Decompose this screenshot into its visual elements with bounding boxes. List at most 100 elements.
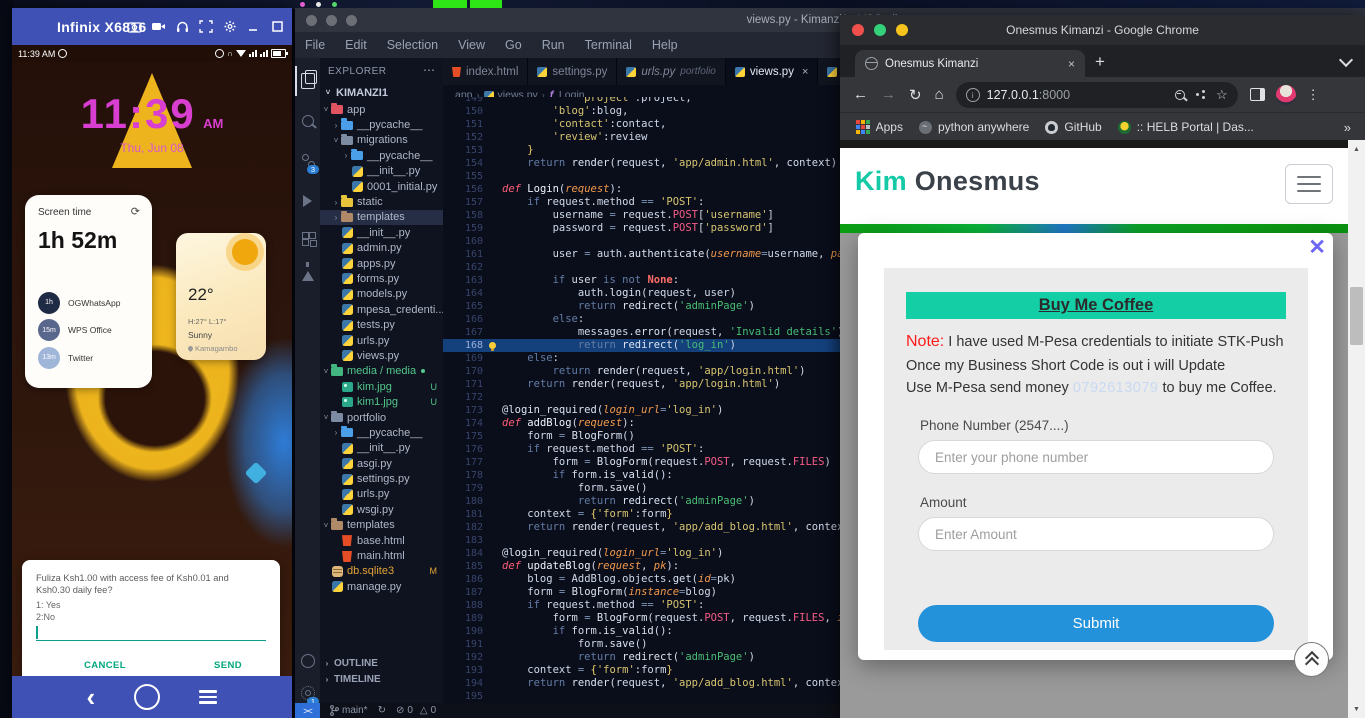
bookmark--helb-portal-das-[interactable]: :: HELB Portal | Das... — [1118, 120, 1254, 134]
bookmarks-overflow-icon[interactable]: » — [1344, 120, 1351, 135]
tree-item-static[interactable]: ›static — [320, 194, 443, 209]
reload-icon[interactable]: ↻ — [909, 86, 922, 104]
tree-item--pycache-[interactable]: ›__pycache__ — [320, 425, 443, 440]
tree-item-urls-py[interactable]: urls.py — [320, 333, 443, 348]
bookmark-apps[interactable]: Apps — [856, 120, 903, 134]
tree-item-templates[interactable]: ˅templates — [320, 518, 443, 533]
tree-item-urls-py[interactable]: urls.py — [320, 487, 443, 502]
mirror-home-button[interactable] — [134, 684, 160, 710]
tree-item-kim-jpg[interactable]: kim.jpgU — [320, 379, 443, 394]
tree-item-manage-py[interactable]: manage.py — [320, 579, 443, 594]
tree-item-app[interactable]: ˅app — [320, 102, 443, 117]
chevron-open-icon[interactable]: ˅ — [322, 413, 330, 422]
scroll-down-icon[interactable]: ▼ — [1348, 702, 1365, 716]
search-icon[interactable] — [295, 106, 320, 136]
side-panel-icon[interactable] — [1250, 88, 1265, 101]
menu-selection[interactable]: Selection — [377, 38, 448, 52]
menu-go[interactable]: Go — [495, 38, 532, 52]
zoom-icon[interactable] — [1175, 90, 1185, 100]
chevron-closed-icon[interactable]: › — [332, 198, 340, 207]
send-button[interactable]: SEND — [214, 660, 242, 671]
chevron-open-icon[interactable]: ˅ — [322, 105, 330, 114]
tree-item-db-sqlite3[interactable]: db.sqlite3M — [320, 564, 443, 579]
tree-item-settings-py[interactable]: settings.py — [320, 471, 443, 486]
site-logo[interactable]: Kim Onesmus — [855, 166, 1040, 197]
amount-input[interactable]: Enter Amount — [918, 517, 1274, 551]
tree-item--init-py[interactable]: __init__.py — [320, 164, 443, 179]
tree-item-tests-py[interactable]: tests.py — [320, 317, 443, 332]
menu-edit[interactable]: Edit — [335, 38, 377, 52]
tree-item--pycache-[interactable]: ›__pycache__ — [320, 117, 443, 132]
tab-close-icon[interactable]: × — [1068, 57, 1075, 71]
screen-time-row[interactable]: 1hOGWhatsApp — [38, 291, 143, 314]
chrome-menu-icon[interactable]: ⋮ — [1307, 87, 1320, 103]
back-icon[interactable]: ← — [853, 86, 868, 103]
lightbulb-icon[interactable] — [489, 342, 496, 349]
tree-item-apps-py[interactable]: apps.py — [320, 256, 443, 271]
ussd-input[interactable] — [36, 624, 266, 641]
video-icon[interactable] — [151, 20, 166, 33]
mirror-menu-button[interactable] — [199, 690, 217, 704]
sync-icon[interactable]: ↻ — [378, 705, 386, 716]
tree-item-forms-py[interactable]: forms.py — [320, 271, 443, 286]
tree-item-main-html[interactable]: main.html — [320, 548, 443, 563]
tree-item-base-html[interactable]: base.html — [320, 533, 443, 548]
tab-settings-py[interactable]: settings.py — [528, 58, 617, 85]
outline-section[interactable]: ›OUTLINE — [320, 656, 443, 671]
refresh-icon[interactable]: ⟳ — [131, 205, 140, 218]
tab-urls-py[interactable]: urls.pyportfolio — [617, 58, 725, 85]
share-icon[interactable] — [1196, 90, 1205, 99]
explorer-root[interactable]: ˅KIMANZI1 — [320, 84, 443, 101]
tree-item--init-py[interactable]: __init__.py — [320, 225, 443, 240]
tree-item-mpesa-credenti-[interactable]: mpesa_credenti... — [320, 302, 443, 317]
tree-item--init-py[interactable]: __init__.py — [320, 441, 443, 456]
tree-item-asgi-py[interactable]: asgi.py — [320, 456, 443, 471]
chevron-closed-icon[interactable]: › — [332, 121, 340, 130]
chevron-open-icon[interactable]: ˅ — [332, 136, 340, 145]
chevron-open-icon[interactable]: ˅ — [322, 521, 330, 530]
tree-item-views-py[interactable]: views.py — [320, 348, 443, 363]
tree-item-templates[interactable]: ›templates — [320, 210, 443, 225]
explorer-more-icon[interactable]: ⋯ — [423, 63, 435, 77]
tree-item-migrations[interactable]: ˅migrations — [320, 133, 443, 148]
timeline-section[interactable]: ›TIMELINE — [320, 672, 443, 687]
home-icon[interactable]: ⌂ — [935, 86, 944, 103]
navbar-toggler-icon[interactable] — [1285, 164, 1333, 204]
tree-item-wsgi-py[interactable]: wsgi.py — [320, 502, 443, 517]
profile-avatar[interactable] — [1276, 85, 1296, 105]
forward-icon[interactable]: → — [881, 86, 896, 103]
menu-terminal[interactable]: Terminal — [575, 38, 642, 52]
scroll-to-top-button[interactable] — [1294, 642, 1329, 677]
tab-views-py[interactable]: views.py× — [726, 58, 819, 85]
source-control-icon[interactable]: 3 — [295, 146, 320, 176]
camera-icon[interactable] — [127, 20, 142, 33]
phone-number-input[interactable]: Enter your phone number — [918, 440, 1274, 474]
remote-indicator-icon[interactable]: >< — [295, 703, 320, 718]
maximize-icon[interactable] — [271, 20, 286, 33]
screen-time-row[interactable]: 15mWPS Office — [38, 319, 143, 342]
testing-icon[interactable] — [295, 261, 320, 291]
tree-item-0001-initial-py[interactable]: 0001_initial.py — [320, 179, 443, 194]
problems-item[interactable]: ⊘0△0 — [396, 705, 436, 716]
tab-search-chevron-icon[interactable] — [1339, 53, 1353, 67]
phone-titlebar[interactable]: Infinix X6816 — [12, 8, 292, 45]
menu-run[interactable]: Run — [532, 38, 575, 52]
screen-time-row[interactable]: 13mTwitter — [38, 346, 143, 369]
screen-time-widget[interactable]: Screen time ⟳ 1h 52m 1hOGWhatsApp15mWPS … — [25, 195, 152, 388]
minimize-icon[interactable] — [247, 20, 262, 33]
run-debug-icon[interactable] — [295, 186, 320, 216]
new-tab-button[interactable]: + — [1095, 53, 1105, 70]
site-info-icon[interactable]: i — [966, 88, 980, 102]
cancel-button[interactable]: CANCEL — [84, 660, 126, 671]
scrollbar-thumb[interactable] — [1350, 287, 1363, 345]
page-scrollbar[interactable]: ▲ ▼ — [1348, 140, 1365, 718]
menu-file[interactable]: File — [295, 38, 335, 52]
mirror-back-button[interactable]: ‹ — [87, 687, 96, 707]
fullscreen-icon[interactable] — [199, 20, 214, 33]
chevron-open-icon[interactable]: ˅ — [322, 367, 330, 376]
settings-gear-icon[interactable] — [223, 20, 238, 33]
submit-button[interactable]: Submit — [918, 605, 1274, 642]
menu-help[interactable]: Help — [642, 38, 688, 52]
chevron-closed-icon[interactable]: › — [342, 151, 350, 160]
scroll-up-icon[interactable]: ▲ — [1348, 142, 1365, 156]
